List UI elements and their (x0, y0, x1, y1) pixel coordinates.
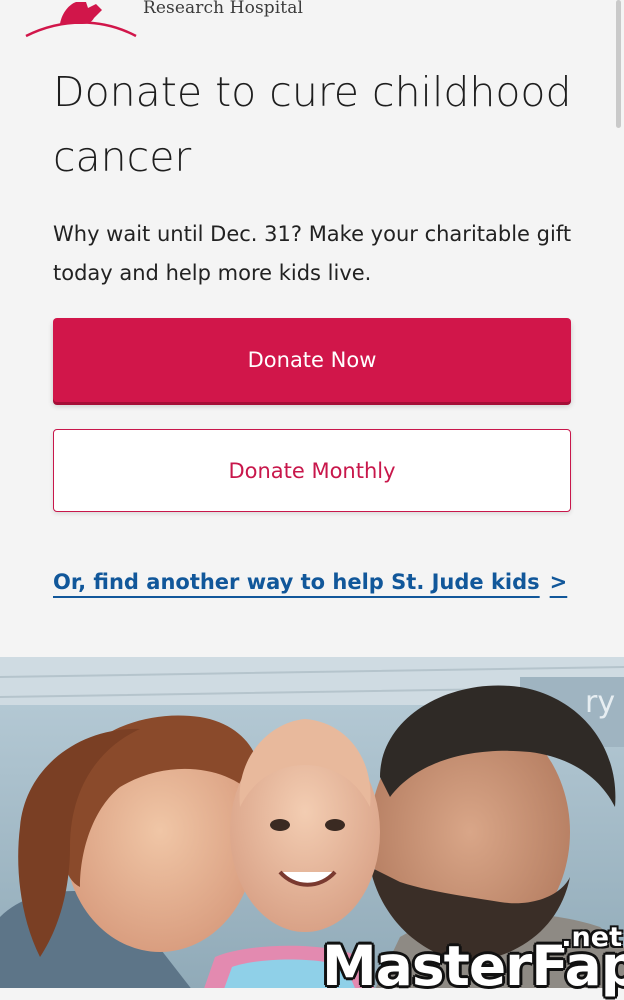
donate-monthly-button[interactable]: Donate Monthly (53, 429, 571, 512)
st-jude-logo[interactable]: Research Hospital (22, 0, 303, 42)
other-ways-to-help-link[interactable]: Or, find another way to help St. Jude ki… (53, 570, 567, 594)
watermark: MasterFap .net (320, 922, 624, 1000)
scrollbar[interactable] (616, 0, 621, 128)
chevron-right-icon: > (549, 570, 568, 594)
watermark-suffix: .net (561, 922, 622, 953)
wall-sign-text: ry (585, 685, 615, 720)
st-jude-child-figure-icon (25, 2, 137, 38)
donate-monthly-label: Donate Monthly (228, 458, 396, 483)
page-title: Donate to cure childhood cancer (53, 68, 572, 181)
donate-now-label: Donate Now (247, 348, 377, 372)
page-subtext: Why wait until Dec. 31? Make your charit… (53, 222, 572, 285)
donation-page: Research Hospital Donate to cure childho… (0, 0, 624, 1000)
logo-text: Research Hospital (143, 0, 303, 18)
donate-now-button[interactable]: Donate Now (53, 318, 571, 402)
help-link-label: Or, find another way to help St. Jude ki… (53, 570, 540, 594)
